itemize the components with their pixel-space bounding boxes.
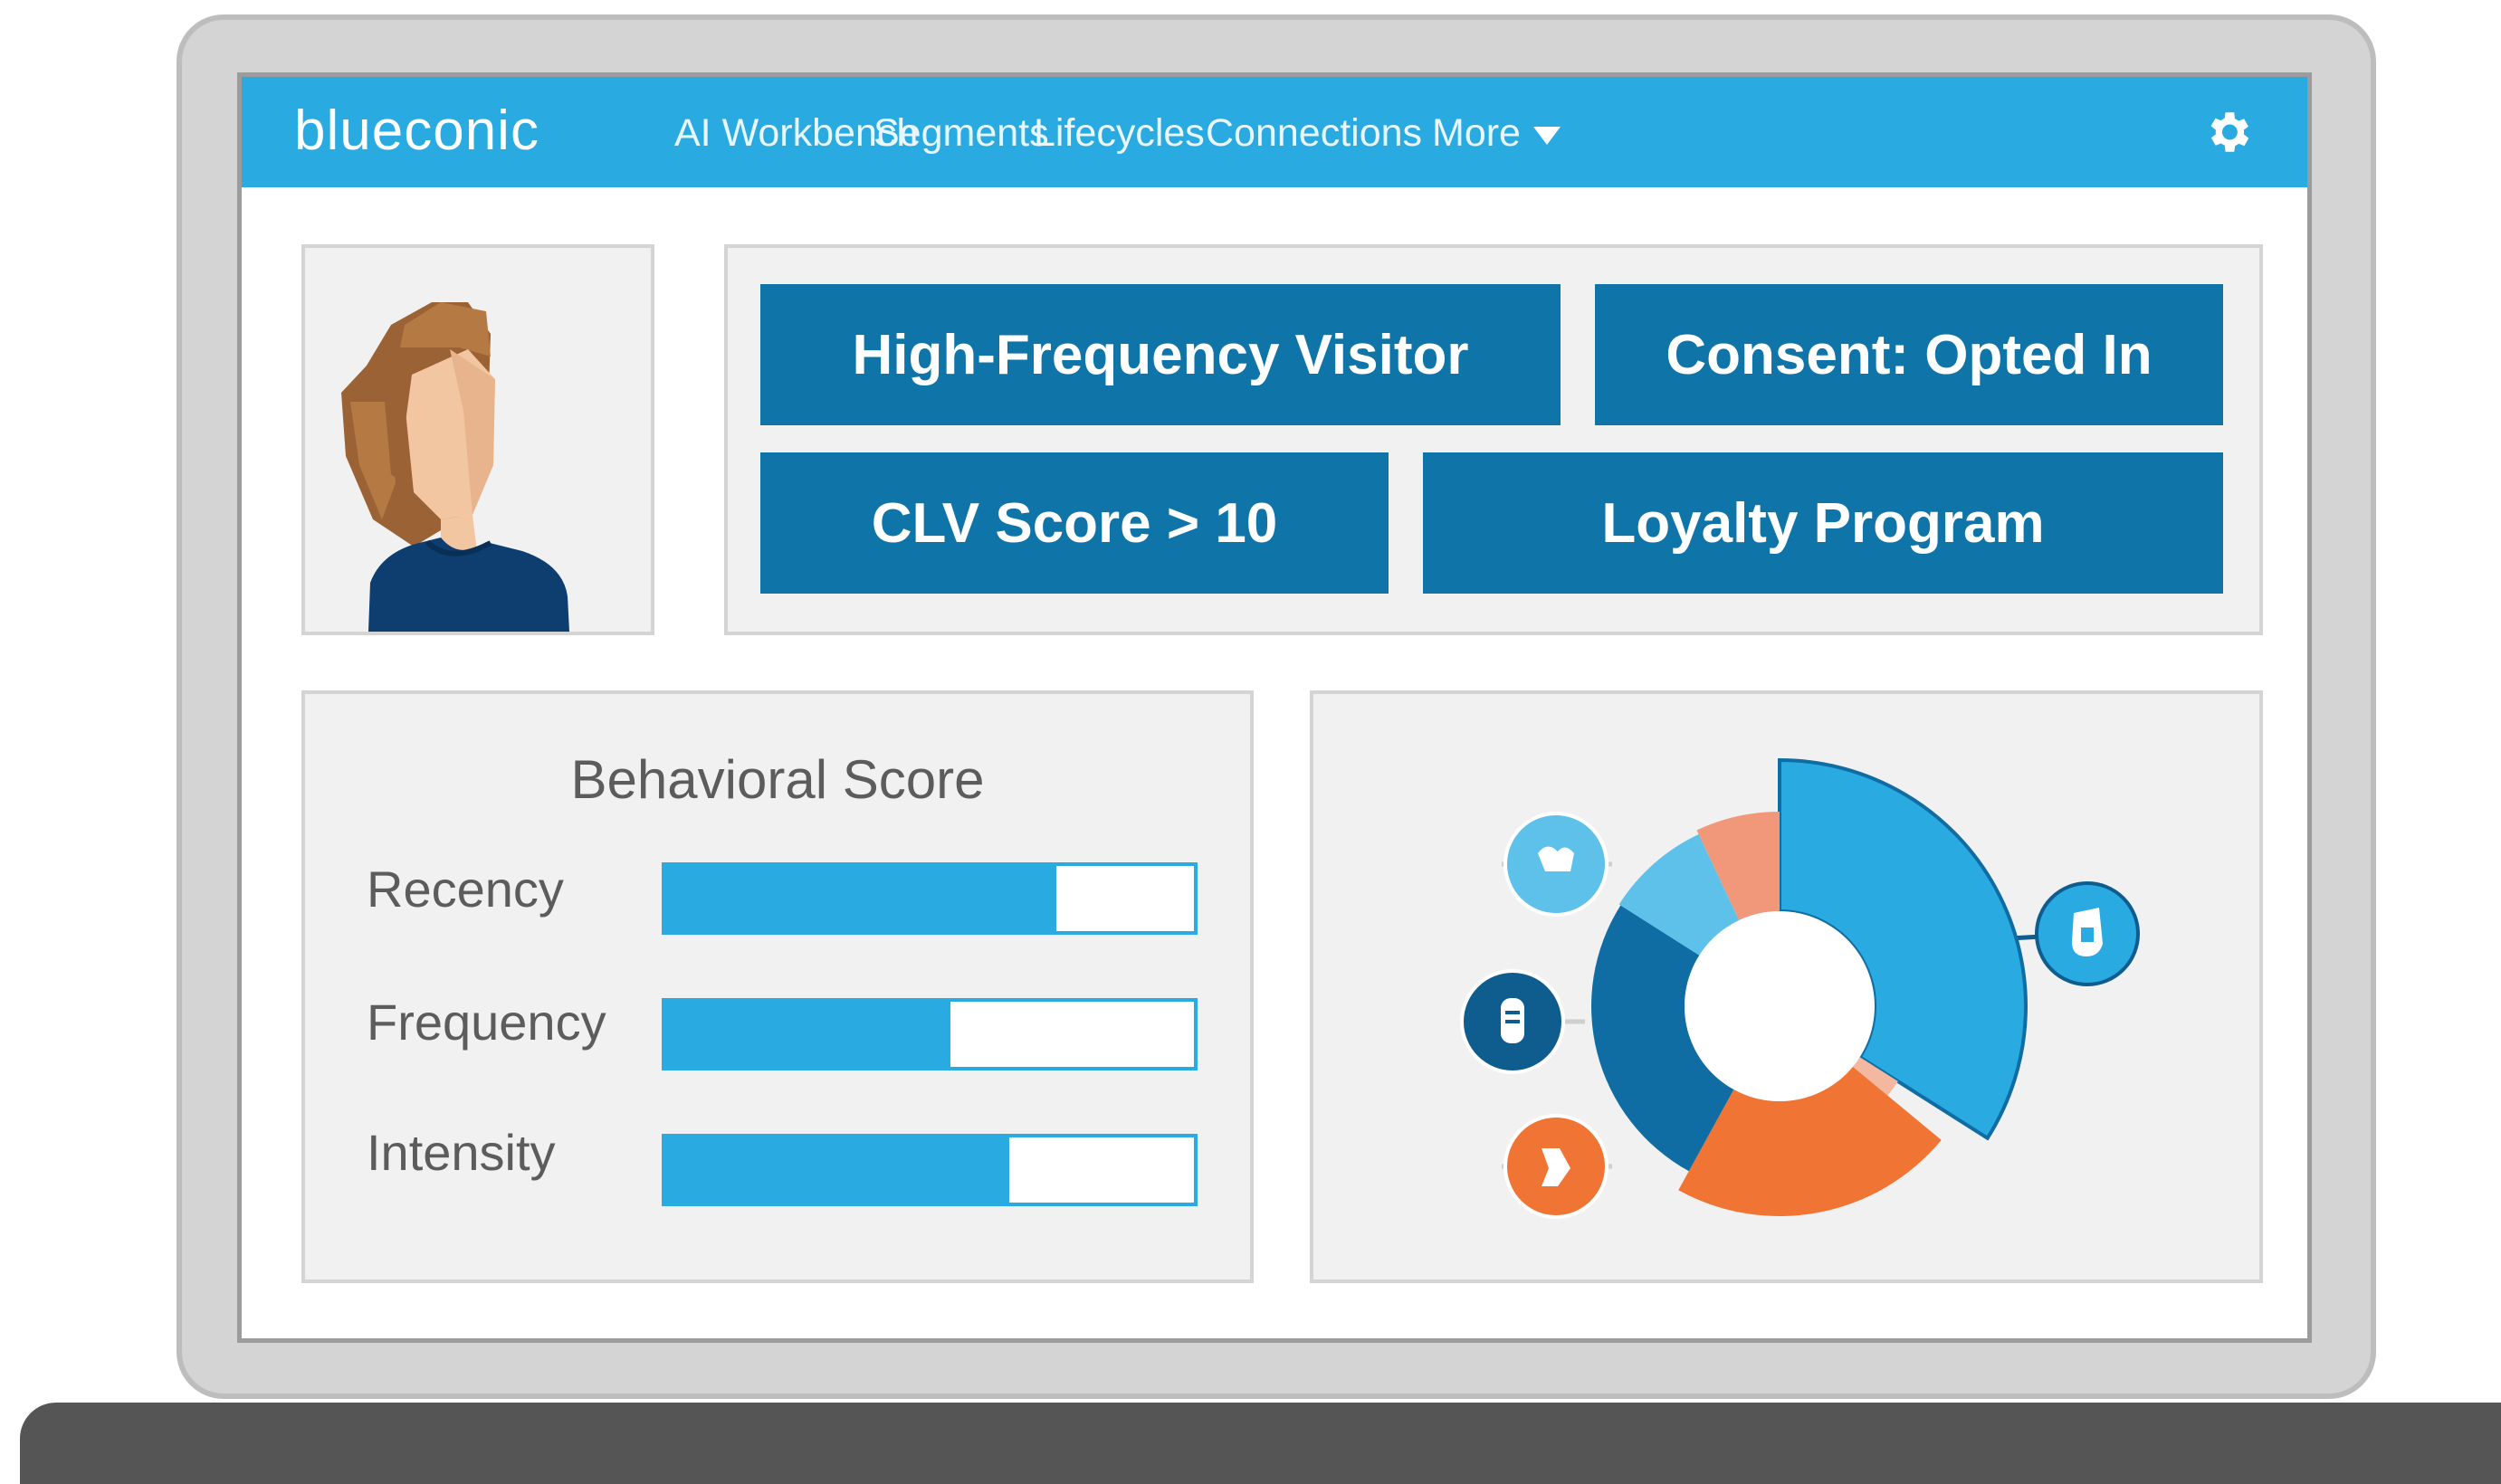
nav-item-lifecycles[interactable]: Lifecycles (1034, 111, 1205, 156)
behavioral-score-title: Behavioral Score (570, 749, 985, 810)
nav-item-more[interactable]: More (1432, 111, 1561, 156)
phone-node-icon[interactable] (1460, 969, 1565, 1074)
donut-center-label: Listeners (1713, 976, 1846, 1013)
segment-tag-loyalty[interactable]: Loyalty Program (1423, 452, 2223, 594)
frequency-score-bar (662, 998, 1198, 1070)
top-navbar: blueconic AI Workbench Segments Lifecycl… (242, 77, 2307, 187)
recency-score-bar (662, 862, 1198, 935)
intensity-score-fill (665, 1137, 1009, 1203)
segment-tag-high-frequency[interactable]: High-Frequency Visitor (760, 284, 1561, 425)
recency-score-fill (665, 866, 1057, 931)
profile-avatar-panel (301, 244, 654, 635)
intensity-score-bar (662, 1134, 1198, 1206)
woman-avatar-icon (341, 302, 569, 632)
segment-tag-consent[interactable]: Consent: Opted In (1595, 284, 2223, 425)
social-node-icon[interactable] (1503, 812, 1608, 917)
segment-tags-panel: High-Frequency Visitor Consent: Opted In… (724, 244, 2263, 635)
app-screen: blueconic AI Workbench Segments Lifecycl… (237, 72, 2312, 1343)
audio-node-icon[interactable] (1503, 1114, 1608, 1219)
nav-item-connections[interactable]: Connections (1206, 111, 1422, 156)
metric-label-recency: Recency (367, 861, 564, 918)
listeners-donut-chart: Listeners (1460, 757, 2140, 1219)
brand-logo[interactable]: blueconic (294, 99, 539, 163)
nav-item-segments[interactable]: Segments (873, 111, 1049, 156)
listeners-chart-panel: Listeners (1310, 690, 2263, 1283)
segment-tag-clv-score[interactable]: CLV Score > 10 (760, 452, 1389, 594)
nav-more-label: More (1432, 111, 1521, 155)
caret-down-icon (1532, 126, 1561, 145)
metric-label-frequency: Frequency (367, 994, 606, 1051)
metric-label-intensity: Intensity (367, 1124, 556, 1181)
brand-node-icon[interactable] (2035, 881, 2140, 986)
behavioral-score-panel: Behavioral Score Recency Frequency Inten… (301, 690, 1254, 1283)
frequency-score-fill (665, 1002, 951, 1067)
gear-icon[interactable] (2201, 106, 2254, 158)
laptop-base (20, 1403, 2501, 1484)
